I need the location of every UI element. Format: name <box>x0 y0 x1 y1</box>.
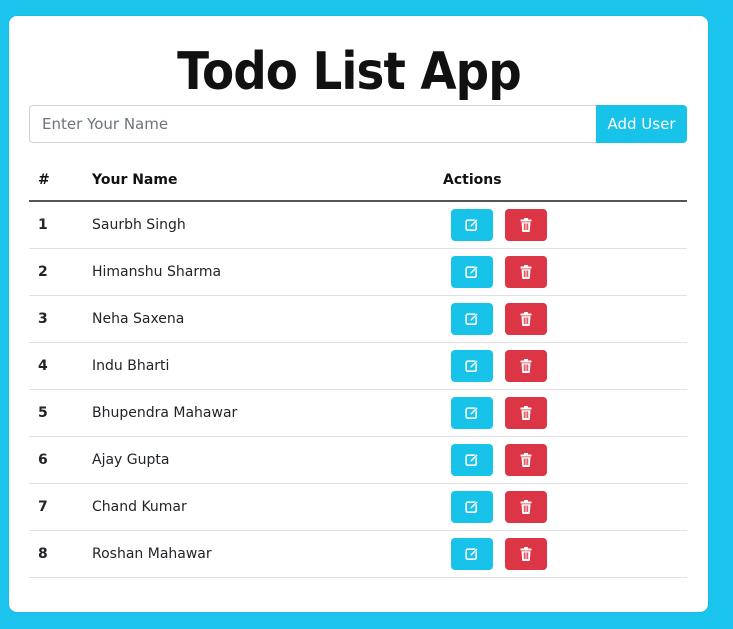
edit-button[interactable] <box>451 303 493 335</box>
edit-button[interactable] <box>451 256 493 288</box>
edit-icon <box>465 453 479 467</box>
trash-icon <box>520 547 532 561</box>
delete-button[interactable] <box>505 256 547 288</box>
header-actions: Actions <box>443 172 502 188</box>
row-actions <box>443 303 687 335</box>
delete-button[interactable] <box>505 491 547 523</box>
row-actions <box>443 444 687 476</box>
row-number: 4 <box>38 358 48 374</box>
row-actions <box>443 538 687 570</box>
row-name: Roshan Mahawar <box>92 546 212 562</box>
edit-icon <box>465 547 479 561</box>
table-header: # Your Name Actions <box>29 160 687 202</box>
trash-icon <box>520 406 532 420</box>
row-number: 6 <box>38 452 48 468</box>
row-name: Chand Kumar <box>92 499 187 515</box>
row-actions <box>443 256 687 288</box>
todo-card: Todo List App Add User # Your Name Actio… <box>9 16 708 612</box>
delete-button[interactable] <box>505 538 547 570</box>
table-body: 1 Saurbh Singh 2 Himanshu Sharma 3 Neha … <box>29 202 687 578</box>
row-name: Himanshu Sharma <box>92 264 222 280</box>
trash-icon <box>520 312 532 326</box>
page-title: Todo List App <box>177 42 522 102</box>
row-actions <box>443 209 687 241</box>
row-name: Ajay Gupta <box>92 452 170 468</box>
name-input[interactable] <box>29 105 596 143</box>
table-row: 5 Bhupendra Mahawar <box>29 390 687 437</box>
row-number: 3 <box>38 311 48 327</box>
row-actions <box>443 350 687 382</box>
edit-icon <box>465 218 479 232</box>
trash-icon <box>520 359 532 373</box>
delete-button[interactable] <box>505 350 547 382</box>
edit-button[interactable] <box>451 209 493 241</box>
trash-icon <box>520 500 532 514</box>
users-table: # Your Name Actions 1 Saurbh Singh 2 Him… <box>29 160 687 578</box>
table-row: 4 Indu Bharti <box>29 343 687 390</box>
add-user-form: Add User <box>29 105 687 143</box>
row-name: Neha Saxena <box>92 311 185 327</box>
row-name: Indu Bharti <box>92 358 170 374</box>
header-name: Your Name <box>92 172 178 188</box>
row-actions <box>443 491 687 523</box>
table-row: 6 Ajay Gupta <box>29 437 687 484</box>
delete-button[interactable] <box>505 397 547 429</box>
header-number: # <box>38 172 50 188</box>
trash-icon <box>520 265 532 279</box>
edit-icon <box>465 265 479 279</box>
edit-icon <box>465 500 479 514</box>
edit-button[interactable] <box>451 350 493 382</box>
table-row: 3 Neha Saxena <box>29 296 687 343</box>
edit-button[interactable] <box>451 538 493 570</box>
edit-button[interactable] <box>451 491 493 523</box>
add-user-button[interactable]: Add User <box>596 105 687 143</box>
trash-icon <box>520 218 532 232</box>
delete-button[interactable] <box>505 444 547 476</box>
row-number: 2 <box>38 264 48 280</box>
row-name: Bhupendra Mahawar <box>92 405 238 421</box>
row-number: 5 <box>38 405 48 421</box>
edit-icon <box>465 312 479 326</box>
edit-icon <box>465 359 479 373</box>
table-row: 2 Himanshu Sharma <box>29 249 687 296</box>
edit-button[interactable] <box>451 397 493 429</box>
edit-button[interactable] <box>451 444 493 476</box>
edit-icon <box>465 406 479 420</box>
delete-button[interactable] <box>505 209 547 241</box>
row-name: Saurbh Singh <box>92 217 186 233</box>
table-row: 1 Saurbh Singh <box>29 202 687 249</box>
table-row: 8 Roshan Mahawar <box>29 531 687 578</box>
row-number: 1 <box>38 217 48 233</box>
table-row: 7 Chand Kumar <box>29 484 687 531</box>
row-actions <box>443 397 687 429</box>
row-number: 7 <box>38 499 48 515</box>
row-number: 8 <box>38 546 48 562</box>
trash-icon <box>520 453 532 467</box>
delete-button[interactable] <box>505 303 547 335</box>
